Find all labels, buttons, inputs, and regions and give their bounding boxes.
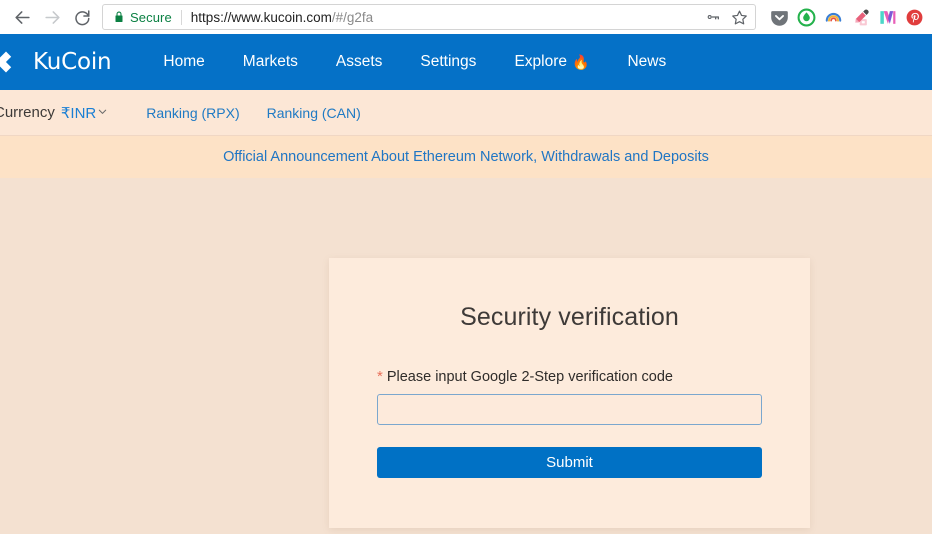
required-asterisk: *: [377, 368, 383, 385]
browser-toolbar: Secure https://www.kucoin.com/#/g2fa: [0, 0, 932, 34]
address-bar[interactable]: Secure https://www.kucoin.com/#/g2fa: [102, 4, 756, 30]
chevron-down-icon: [97, 104, 108, 121]
ranking-rpx-link[interactable]: Ranking (RPX): [146, 105, 239, 121]
url-path: /#/g2fa: [331, 9, 374, 25]
reload-icon[interactable]: [68, 3, 96, 31]
kucoin-logo-text: KuCoin: [33, 49, 112, 75]
nav-label: News: [627, 53, 667, 70]
url-domain: www.kucoin.com: [231, 9, 332, 25]
field-label-text: Please input Google 2-Step verification …: [386, 369, 673, 385]
nav-label: Explore: [514, 53, 567, 70]
ranking-links: Ranking (RPX) Ranking (CAN): [146, 105, 361, 121]
announcement-banner: Official Announcement About Ethereum Net…: [0, 136, 932, 178]
nav-item-home[interactable]: Home: [163, 53, 204, 71]
kucoin-logo-mark: [0, 51, 18, 73]
nav-item-news[interactable]: News: [627, 53, 666, 71]
nav-item-explore[interactable]: Explore 🔥: [514, 53, 589, 71]
submit-button[interactable]: Submit: [377, 447, 762, 478]
currency-label: Currency: [0, 104, 55, 121]
w-logo-extension-icon[interactable]: [877, 7, 897, 27]
pinterest-extension-icon[interactable]: [904, 7, 924, 27]
currency-bar: Currency ₹INR Ranking (RPX) Ranking (CAN…: [0, 90, 932, 136]
kucoin-logo[interactable]: KuCoin: [0, 47, 112, 77]
page-content: Security verification * Please input Goo…: [0, 178, 932, 530]
key-icon[interactable]: [701, 5, 725, 29]
security-verification-card: Security verification * Please input Goo…: [329, 258, 810, 528]
nav-item-settings[interactable]: Settings: [420, 53, 476, 71]
back-arrow-icon[interactable]: [8, 3, 36, 31]
lock-icon: [113, 10, 125, 24]
currency-selector[interactable]: Currency ₹INR: [0, 104, 108, 122]
green-circle-extension-icon[interactable]: [796, 7, 816, 27]
verification-code-label: * Please input Google 2-Step verificatio…: [377, 369, 762, 385]
verification-code-input[interactable]: [377, 394, 762, 425]
url-scheme: https://: [190, 9, 232, 25]
eyedropper-extension-icon[interactable]: [850, 7, 870, 27]
currency-value: ₹INR: [61, 104, 108, 122]
verification-field-group: * Please input Google 2-Step verificatio…: [329, 369, 810, 478]
nav-label: Settings: [420, 53, 477, 70]
site-nav-links: Home Markets Assets Settings Explore 🔥 Ne…: [163, 53, 666, 71]
forward-arrow-icon: [38, 3, 66, 31]
site-header: KuCoin Home Markets Assets Settings Expl…: [0, 34, 932, 90]
nav-label: Home: [163, 53, 205, 70]
ranking-can-link[interactable]: Ranking (CAN): [267, 105, 361, 121]
currency-code: ₹INR: [60, 104, 97, 122]
nav-item-assets[interactable]: Assets: [336, 53, 383, 71]
nav-item-markets[interactable]: Markets: [243, 53, 298, 71]
secure-label: Secure: [130, 9, 172, 25]
omnibox-divider: [180, 9, 182, 25]
extension-toolbar: [764, 7, 924, 27]
pocket-extension-icon[interactable]: [769, 7, 789, 27]
url-text: https://www.kucoin.com/#/g2fa: [191, 10, 701, 25]
announcement-link[interactable]: Official Announcement About Ethereum Net…: [223, 149, 709, 165]
omnibox-actions: [701, 5, 751, 29]
nav-label: Assets: [335, 53, 383, 70]
star-bookmark-icon[interactable]: [727, 5, 751, 29]
rainbow-arc-extension-icon[interactable]: [823, 7, 843, 27]
nav-label: Markets: [242, 53, 298, 70]
page-title: Security verification: [460, 303, 679, 331]
fire-icon: 🔥: [572, 53, 590, 70]
